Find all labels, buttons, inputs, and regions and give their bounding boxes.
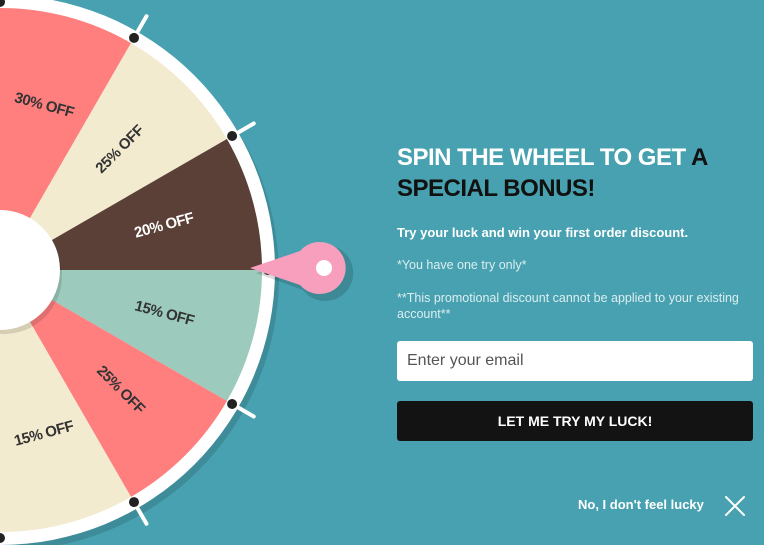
email-input[interactable] — [397, 341, 753, 381]
spin-wheel-popup: 30% OFF 25% OFF 20% OFF 15% OFF 25% OFF 15% O… — [0, 0, 764, 545]
wheel-rim-dot — [129, 32, 139, 43]
disclaimer-note: **This promotional discount cannot be ap… — [397, 291, 739, 321]
wheel-rim-dot — [227, 131, 238, 141]
pointer-dot — [316, 260, 332, 276]
close-icon[interactable] — [723, 494, 747, 518]
prize-wheel: 30% OFF25% OFF20% OFF15% OFF25% OFF15% O… — [0, 0, 354, 545]
try-my-luck-button[interactable]: LET ME TRY MY LUCK! — [397, 401, 753, 441]
decline-link[interactable]: No, I don't feel lucky — [578, 497, 704, 512]
title-highlight: SPIN THE WHEEL TO GET — [397, 144, 686, 171]
popup-title: SPIN THE WHEEL TO GET A SPECIAL BONUS! — [397, 142, 737, 204]
wheel-rim-dot — [227, 399, 238, 409]
one-try-note: *You have one try only* — [397, 258, 527, 272]
wheel-rim-dot — [129, 497, 139, 508]
popup-subtitle: Try your luck and win your first order d… — [397, 225, 689, 240]
